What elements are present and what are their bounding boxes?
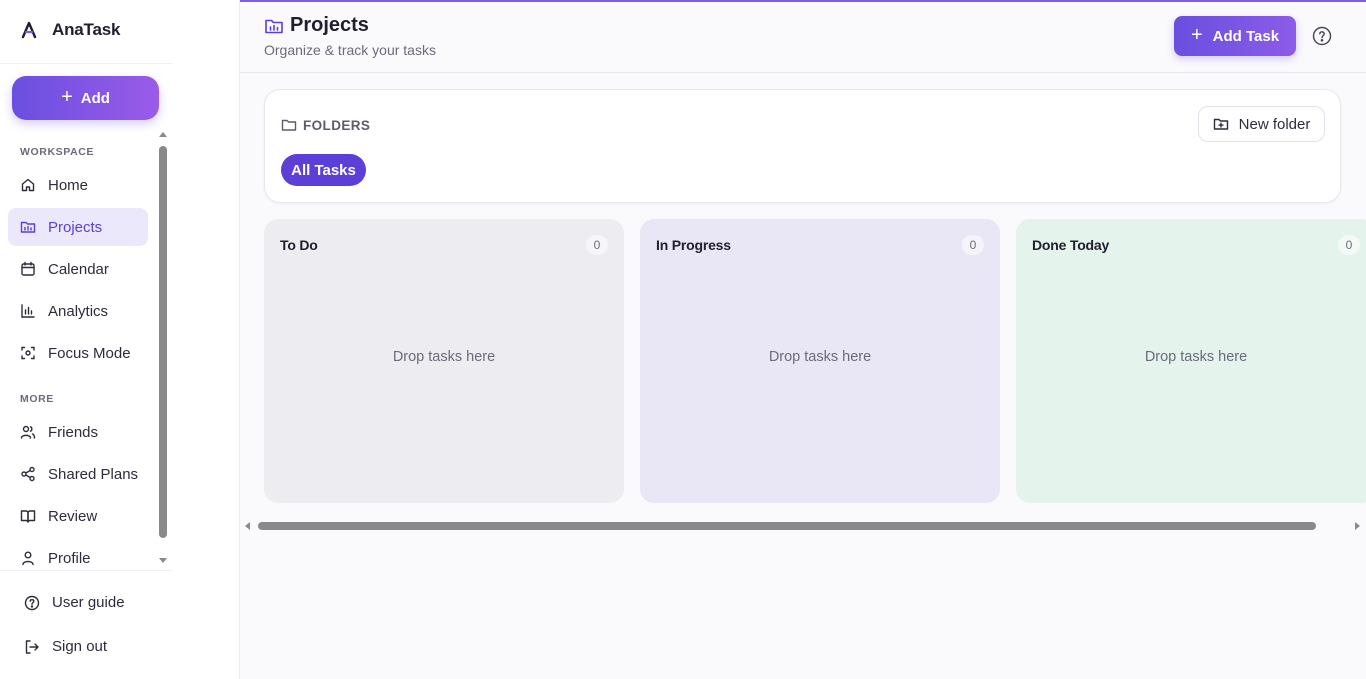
sidebar-item-review[interactable]: Review — [8, 497, 148, 535]
app-name: AnaTask — [52, 20, 121, 39]
scrollbar-left-arrow[interactable] — [245, 522, 250, 530]
column-count-badge: 0 — [962, 235, 984, 255]
folders-card: FOLDERS New folder All Tasks — [264, 89, 1341, 203]
folder-icon — [265, 19, 283, 33]
sidebar-item-home[interactable]: Home — [8, 166, 148, 204]
app-logo-icon — [21, 21, 37, 39]
divider — [0, 63, 172, 64]
logout-icon — [25, 639, 39, 654]
sidebar-item-label: Shared Plans — [48, 465, 139, 483]
help-icon[interactable] — [1312, 26, 1332, 46]
column-title: In Progress — [656, 237, 731, 253]
sidebar-item-projects[interactable]: Projects — [8, 208, 148, 246]
sidebar-item-friends[interactable]: Friends — [8, 413, 148, 451]
column-to-do[interactable]: To Do 0 Drop tasks here — [264, 219, 624, 503]
kanban-board: To Do 0 Drop tasks here In Progress 0 Dr… — [240, 219, 1366, 509]
more-section-label: MORE — [20, 393, 54, 405]
folder-chip-all-tasks[interactable]: All Tasks — [281, 154, 366, 186]
board-scrollbar-thumb[interactable] — [258, 522, 1316, 530]
new-folder-button[interactable]: New folder — [1198, 106, 1325, 142]
focus-icon — [21, 346, 35, 360]
brand[interactable]: AnaTask — [20, 20, 120, 40]
add-task-label: Add Task — [1212, 27, 1280, 45]
book-icon — [20, 510, 36, 523]
add-task-button[interactable]: + Add Task — [1174, 16, 1296, 56]
folders-label: FOLDERS — [303, 117, 371, 133]
drop-zone-hint: Drop tasks here — [768, 349, 872, 365]
column-title: Done Today — [1032, 237, 1110, 253]
sidebar-item-label: Analytics — [48, 302, 109, 320]
folder-outline-icon — [281, 119, 297, 131]
share-icon — [21, 466, 35, 482]
new-folder-label: New folder — [1238, 115, 1311, 133]
sidebar-item-focus-mode[interactable]: Focus Mode — [8, 334, 148, 372]
add-button-label: Add — [80, 89, 110, 107]
sign-out-label: Sign out — [52, 638, 108, 655]
sidebar-item-label: Projects — [48, 218, 103, 236]
divider — [0, 570, 172, 571]
scrollbar-right-arrow[interactable] — [1355, 522, 1360, 530]
sidebar-item-label: Calendar — [48, 260, 109, 278]
user-guide-link[interactable]: User guide — [24, 594, 125, 611]
bar-chart-icon — [21, 304, 35, 318]
scrollbar-up-arrow[interactable] — [159, 132, 167, 137]
folder-icon — [20, 221, 36, 233]
plus-icon: + — [1190, 24, 1203, 46]
page-subtitle: Organize & track your tasks — [264, 42, 436, 58]
column-title: To Do — [280, 237, 318, 253]
page-header: Projects Organize & track your tasks + A… — [240, 2, 1366, 73]
sidebar-item-analytics[interactable]: Analytics — [8, 292, 148, 330]
sidebar-item-label: Review — [48, 507, 98, 525]
column-done-today[interactable]: Done Today 0 Drop tasks here — [1016, 219, 1366, 503]
user-guide-label: User guide — [52, 594, 125, 611]
column-in-progress[interactable]: In Progress 0 Drop tasks here — [640, 219, 1000, 503]
sidebar-item-label: Focus Mode — [48, 344, 131, 362]
folder-plus-icon — [1213, 118, 1228, 130]
help-circle-icon — [24, 595, 40, 610]
add-button[interactable]: + Add — [12, 76, 159, 120]
sidebar-scrollbar-thumb[interactable] — [159, 146, 167, 538]
sidebar-item-calendar[interactable]: Calendar — [8, 250, 148, 288]
column-count-badge: 0 — [586, 235, 608, 255]
users-icon — [20, 425, 36, 439]
sidebar-item-label: Friends — [48, 423, 99, 441]
home-icon — [21, 178, 35, 192]
sidebar-item-label: Profile — [48, 549, 91, 567]
calendar-icon — [21, 261, 35, 276]
plus-icon: + — [61, 86, 73, 108]
sign-out-button[interactable]: Sign out — [24, 638, 107, 655]
page-title: Projects — [264, 14, 369, 37]
drop-zone-hint: Drop tasks here — [1144, 349, 1248, 365]
sidebar-item-profile[interactable]: Profile — [8, 539, 148, 577]
folders-header: FOLDERS — [281, 117, 370, 133]
sidebar-item-label: Home — [48, 176, 89, 194]
page-title-text: Projects — [290, 14, 369, 36]
user-icon — [22, 551, 34, 566]
sidebar: AnaTask + Add WORKSPACE Home Projects Ca… — [0, 0, 240, 679]
drop-zone-hint: Drop tasks here — [392, 349, 496, 365]
scrollbar-down-arrow[interactable] — [159, 558, 167, 563]
workspace-section-label: WORKSPACE — [20, 146, 95, 158]
sidebar-item-shared-plans[interactable]: Shared Plans — [8, 455, 148, 493]
column-count-badge: 0 — [1338, 235, 1360, 255]
